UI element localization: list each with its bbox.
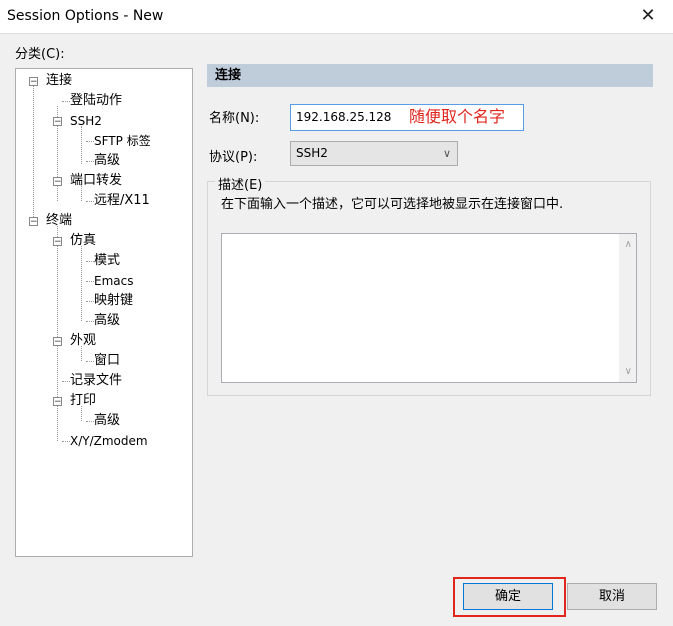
tree-line (86, 301, 94, 302)
tree-line (86, 321, 94, 322)
protocol-label: 协议(P): (209, 150, 258, 165)
tree-item-emulation[interactable]: 仿真 (70, 231, 96, 251)
scroll-up-icon[interactable]: ∧ (625, 239, 632, 250)
tree-line (86, 141, 94, 142)
tree-line (86, 281, 94, 282)
tree-item-ssh2-advanced[interactable]: 高级 (94, 151, 120, 171)
annotation-text: 随便取个名字 (409, 107, 506, 126)
title-bar: Session Options - New ✕ (0, 0, 673, 33)
close-icon[interactable]: ✕ (637, 5, 659, 27)
tree-item-ssh2[interactable]: SSH2 (70, 111, 102, 131)
tree-item-mapped-keys[interactable]: 映射键 (94, 291, 133, 311)
description-hint: 在下面输入一个描述，它可以可选择地被显示在连接窗口中. (221, 197, 564, 212)
description-input[interactable]: ∧ ∨ (221, 233, 637, 383)
tree-item-appearance[interactable]: 外观 (70, 331, 96, 351)
tree-line (86, 161, 94, 162)
tree-item-sftp-tab[interactable]: SFTP 标签 (94, 131, 151, 151)
collapse-icon[interactable]: − (53, 337, 62, 347)
collapse-icon[interactable]: − (53, 397, 62, 407)
cancel-button[interactable]: 取消 (567, 583, 657, 610)
description-group-title: 描述(E) (215, 174, 266, 193)
tree-line (86, 261, 94, 262)
name-label: 名称(N): (209, 111, 260, 126)
collapse-icon[interactable]: − (53, 237, 62, 247)
tree-line (62, 441, 70, 442)
tree-line (86, 421, 94, 422)
tree-item-port-forwarding[interactable]: 端口转发 (70, 171, 122, 191)
collapse-icon[interactable]: − (53, 177, 62, 187)
window-title: Session Options - New (7, 8, 164, 24)
panel-header: 连接 (207, 64, 653, 87)
protocol-select[interactable]: SSH2 ∨ (290, 141, 458, 166)
tree-line (86, 201, 94, 202)
tree-item-remote-x11[interactable]: 远程/X11 (94, 191, 150, 211)
tree-item-modes[interactable]: 模式 (94, 251, 120, 271)
tree-line (62, 101, 70, 102)
tree-line (33, 86, 34, 223)
chevron-down-icon: ∨ (442, 147, 451, 160)
tree-line (86, 361, 94, 362)
scrollbar[interactable]: ∧ ∨ (619, 234, 636, 382)
tree-item-printing-advanced[interactable]: 高级 (94, 411, 120, 431)
tree-line (57, 226, 58, 441)
tree-item-xyzmodem[interactable]: X/Y/Zmodem (70, 431, 148, 451)
tree-line (62, 381, 70, 382)
collapse-icon[interactable]: − (29, 77, 38, 87)
tree-line (81, 126, 82, 164)
tree-item-connection[interactable]: 连接 (46, 71, 72, 91)
tree-item-log-file[interactable]: 记录文件 (70, 371, 122, 391)
highlight-box (453, 577, 566, 617)
protocol-value: SSH2 (296, 146, 328, 160)
tree-item-window[interactable]: 窗口 (94, 351, 120, 371)
tree-item-terminal[interactable]: 终端 (46, 211, 72, 231)
tree-item-printing[interactable]: 打印 (70, 391, 96, 411)
collapse-icon[interactable]: − (29, 217, 38, 227)
tree-line (81, 246, 82, 321)
tree-item-logon-actions[interactable]: 登陆动作 (70, 91, 122, 111)
category-label: 分类(C): (15, 47, 65, 62)
scroll-down-icon[interactable]: ∨ (625, 366, 632, 377)
tree-item-emacs[interactable]: Emacs (94, 271, 133, 291)
collapse-icon[interactable]: − (53, 117, 62, 127)
tree-item-emulation-advanced[interactable]: 高级 (94, 311, 120, 331)
category-tree[interactable]: − − − − − − − 连接 登陆动作 SSH2 SFTP 标签 高级 端口… (15, 68, 193, 557)
